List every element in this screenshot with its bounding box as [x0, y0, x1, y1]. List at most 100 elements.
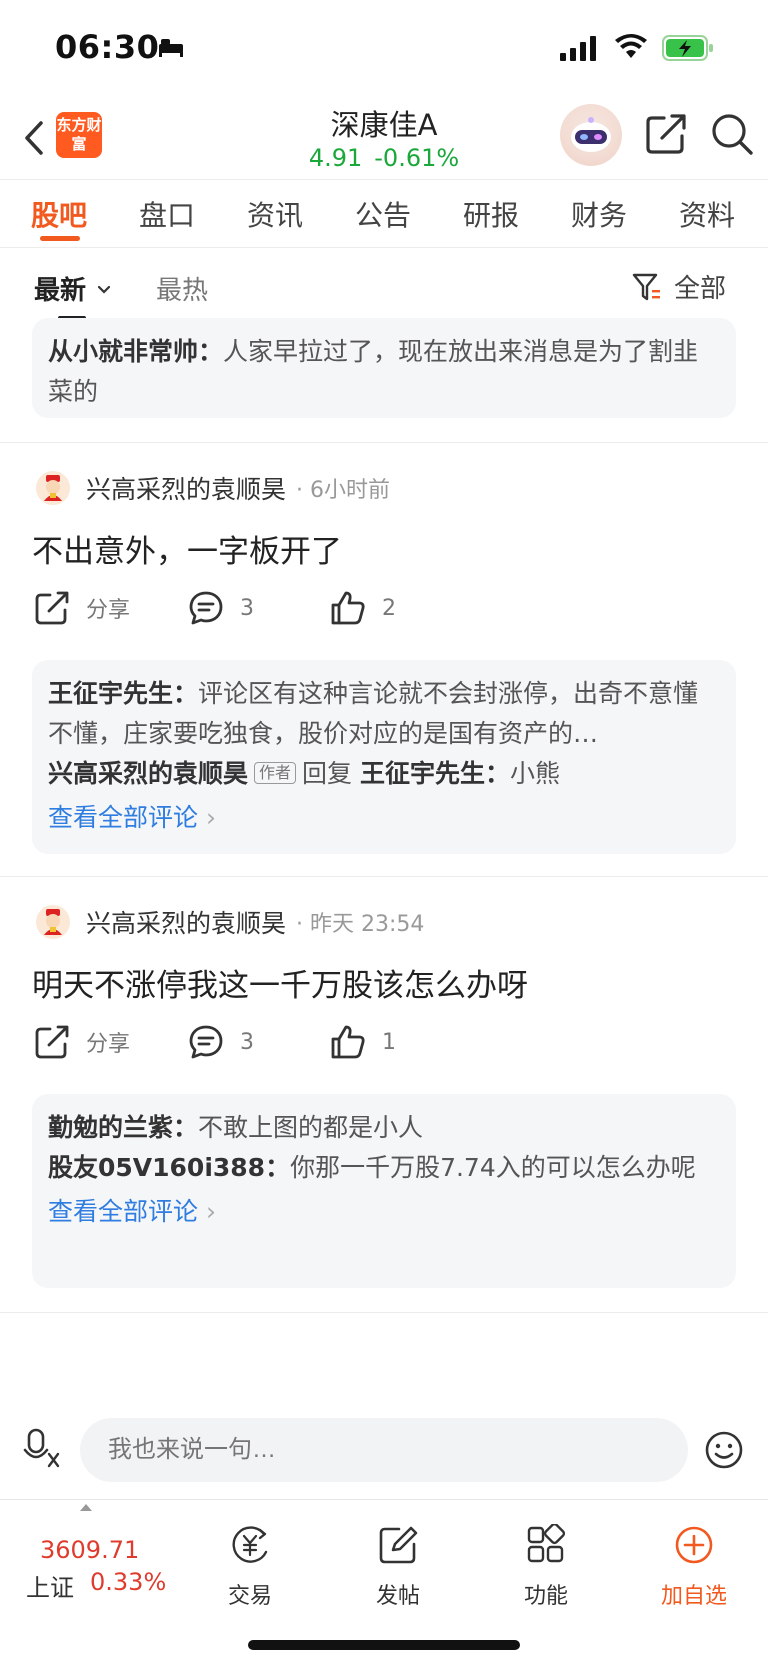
tab-news[interactable]: 资讯	[230, 194, 320, 234]
comment-icon	[189, 1025, 223, 1059]
avatar[interactable]	[36, 471, 70, 505]
voice-translate-icon	[23, 1428, 60, 1468]
share-action[interactable]: 分享	[34, 590, 130, 626]
fortune-god-avatar-icon	[44, 475, 62, 501]
post-time: · 6小时前	[296, 478, 390, 503]
share-button[interactable]	[644, 112, 692, 160]
share-label: 分享	[86, 598, 131, 623]
ai-assistant-button[interactable]	[560, 104, 622, 166]
fortune-god-avatar-icon	[44, 909, 62, 935]
cellular-signal-icon	[560, 36, 596, 61]
nav-post[interactable]: 发帖	[348, 1524, 448, 1610]
wifi-icon	[615, 34, 647, 58]
tab-research[interactable]: 研报	[446, 194, 536, 234]
post-divider	[0, 1312, 768, 1313]
view-all-label: 查看全部评论	[48, 803, 199, 832]
nav-features[interactable]: 功能	[496, 1524, 596, 1610]
chevron-down-icon	[97, 285, 111, 294]
comment-preview[interactable]: 从小就非常帅：人家早拉过了，现在放出来消息是为了割韭菜的	[32, 318, 736, 418]
tab-guba[interactable]: 股吧	[14, 194, 104, 234]
reply-item[interactable]: 兴高采烈的袁顺昊 作者 回复 王征宇先生：小熊	[48, 754, 720, 794]
share-label: 分享	[86, 1032, 131, 1057]
tab-profile[interactable]: 资料	[662, 194, 752, 234]
emoji-button[interactable]	[704, 1430, 744, 1474]
reply-text: 小熊	[510, 759, 561, 788]
post-header: 兴高采烈的袁顺昊 · 昨天 23:54	[36, 904, 424, 940]
like-count: 1	[382, 1029, 396, 1055]
comments-preview: 王征宇先生：评论区有这种言论就不会封涨停，出奇不意懂不懂，庄家要吃独食，股价对应…	[32, 660, 736, 854]
comment-author: 勤勉的兰紫：	[48, 1113, 199, 1142]
like-action[interactable]: 2	[330, 590, 396, 626]
app-header: 东方财富 深康佳A 4.91 -0.61%	[0, 100, 768, 180]
robot-icon	[571, 117, 611, 152]
like-action[interactable]: 1	[330, 1024, 396, 1060]
comment-count: 3	[240, 1029, 254, 1055]
filter-button[interactable]: 全部	[632, 268, 726, 305]
tab-announcements[interactable]: 公告	[338, 194, 428, 234]
like-count: 2	[382, 595, 396, 621]
status-bar: 06:30	[0, 0, 768, 100]
emoji-icon	[705, 1431, 743, 1469]
sort-hot[interactable]: 最热	[156, 270, 208, 307]
post-author[interactable]: 兴高采烈的袁顺昊	[86, 904, 286, 940]
grid-icon	[527, 1524, 566, 1563]
sort-newest-label: 最新	[34, 276, 87, 306]
thumbs-up-icon	[331, 591, 365, 625]
chevron-right-icon: ›	[206, 1197, 217, 1226]
reply-author: 兴高采烈的袁顺昊	[48, 759, 249, 788]
comment-input-bar	[0, 1396, 768, 1500]
nav-trade[interactable]: 交易	[200, 1524, 300, 1610]
chevron-right-icon: ›	[206, 803, 217, 832]
comment-item[interactable]: 股友05V160i388：你那一千万股7.74入的可以怎么办呢	[48, 1148, 720, 1188]
search-button[interactable]	[710, 112, 758, 160]
comment-input[interactable]	[80, 1418, 688, 1482]
stock-price: 4.91	[308, 144, 363, 172]
share-action[interactable]: 分享	[34, 1024, 130, 1060]
tab-pankou[interactable]: 盘口	[122, 194, 212, 234]
post-header: 兴高采烈的袁顺昊 · 6小时前	[36, 470, 390, 506]
comment-action[interactable]: 3	[188, 1024, 254, 1060]
post-time: · 昨天 23:54	[296, 912, 425, 937]
nav-add-watchlist[interactable]: 加自选	[644, 1524, 744, 1610]
stock-change: -0.61%	[374, 144, 460, 172]
index-change[interactable]: 0.33%	[90, 1568, 166, 1596]
nav-label: 交易	[227, 1584, 272, 1609]
post-divider	[0, 442, 768, 443]
comment-text: 不敢上图的都是小人	[198, 1113, 424, 1142]
battery-charging-icon	[662, 35, 713, 61]
home-indicator[interactable]	[248, 1640, 520, 1650]
reply-verb: 回复	[302, 759, 353, 788]
post-actions: 分享 3 1	[34, 1024, 734, 1070]
filter-label: 全部	[674, 274, 727, 304]
comment-action[interactable]: 3	[188, 590, 254, 626]
avatar[interactable]	[36, 905, 70, 939]
voice-input-button[interactable]	[22, 1428, 62, 1472]
post-divider	[0, 876, 768, 877]
comments-preview: 勤勉的兰紫：不敢上图的都是小人 股友05V160i388：你那一千万股7.74入…	[32, 1094, 736, 1288]
filter-icon	[632, 273, 660, 300]
post-author[interactable]: 兴高采烈的袁顺昊	[86, 470, 286, 506]
comment-author: 从小就非常帅：	[48, 337, 224, 366]
post-content[interactable]: 不出意外，一字板开了	[32, 526, 342, 571]
thumbs-up-icon	[331, 1025, 365, 1059]
post-actions: 分享 3 2	[34, 590, 734, 636]
share-icon	[35, 1025, 69, 1059]
comment-item[interactable]: 勤勉的兰紫：不敢上图的都是小人	[48, 1108, 720, 1148]
post-content[interactable]: 明天不涨停我这一千万股该怎么办呀	[32, 960, 528, 1005]
add-circle-icon	[675, 1526, 713, 1564]
comment-item[interactable]: 王征宇先生：评论区有这种言论就不会封涨停，出奇不意懂不懂，庄家要吃独食，股价对应…	[48, 674, 720, 754]
trade-icon	[232, 1526, 268, 1563]
comment-author: 王征宇先生：	[48, 679, 199, 708]
expand-arrow-icon[interactable]	[80, 1504, 92, 1511]
sort-newest-dropdown[interactable]: 最新	[34, 270, 111, 307]
share-icon	[35, 591, 69, 625]
view-all-label: 查看全部评论	[48, 1197, 199, 1226]
nav-label: 加自选	[660, 1584, 727, 1609]
reply-target: 王征宇先生：	[360, 759, 511, 788]
status-time: 06:30	[55, 28, 160, 66]
index-name[interactable]: 上证	[26, 1568, 74, 1603]
index-value[interactable]: 3609.71	[40, 1536, 139, 1564]
view-all-comments-link[interactable]: 查看全部评论 ›	[48, 1192, 720, 1232]
tab-finance[interactable]: 财务	[554, 194, 644, 234]
view-all-comments-link[interactable]: 查看全部评论 ›	[48, 798, 720, 838]
